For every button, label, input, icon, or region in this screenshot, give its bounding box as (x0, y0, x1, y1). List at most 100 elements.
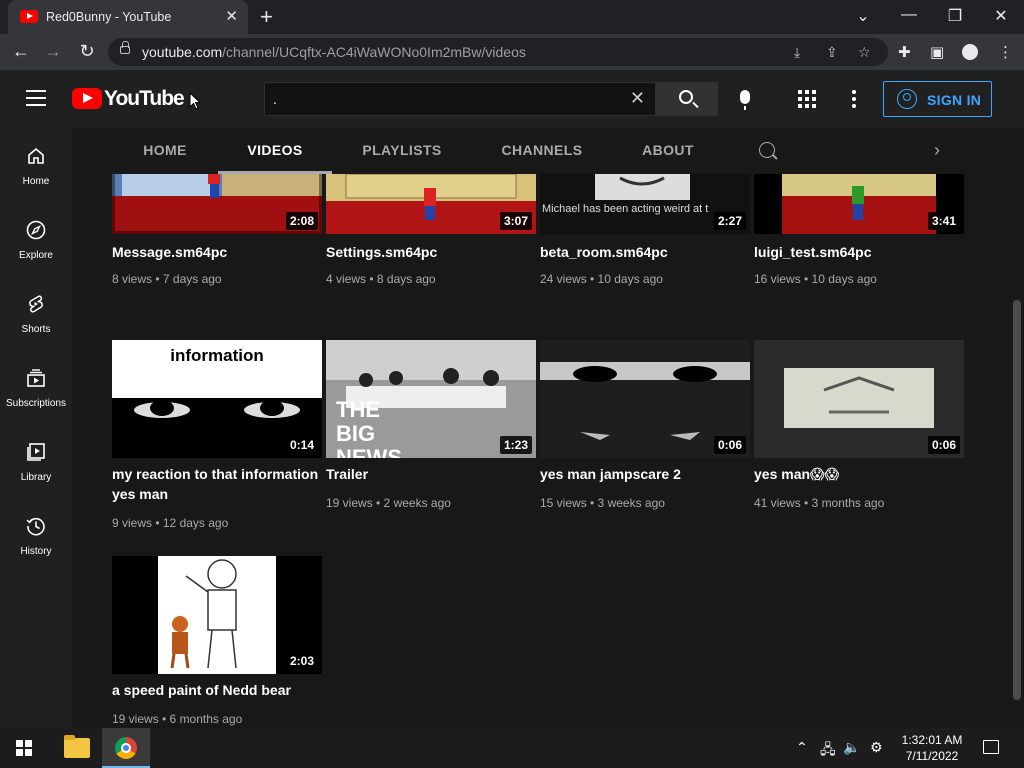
forward-button[interactable]: → (42, 41, 64, 62)
video-meta: 19 views • 6 months ago (112, 712, 243, 726)
restore-button[interactable]: ❐ (945, 6, 965, 26)
video-title[interactable]: yes man jampscare 2 (540, 464, 750, 484)
video-card[interactable]: 0:06 yes man jampscare 2 15 views • 3 we… (540, 340, 750, 540)
video-card[interactable]: 0:06 yes man😱😱 41 views • 3 months ago (754, 340, 964, 540)
video-thumbnail[interactable]: THE BIG NEWS 1:23 (326, 340, 536, 458)
clock-time: 1:32:01 AM (901, 733, 963, 747)
windows-start-icon[interactable] (16, 740, 32, 756)
video-meta: 8 views • 7 days ago (112, 272, 222, 286)
video-meta: 4 views • 8 days ago (326, 272, 436, 286)
settings-gear-icon[interactable]: ⚙ (870, 739, 883, 756)
new-tab-button[interactable]: + (260, 4, 273, 30)
extensions-puzzle-icon[interactable]: ✚ (898, 43, 911, 61)
search-input[interactable]: . ✕ (264, 82, 656, 116)
video-card[interactable]: information 0:14 my reaction to that inf… (112, 340, 322, 540)
sign-in-button[interactable]: SIGN IN (883, 81, 992, 117)
clear-search-icon[interactable]: ✕ (630, 88, 645, 109)
video-card[interactable]: THE BIG NEWS 1:23 Trailer 19 views • 2 w… (326, 340, 536, 540)
thumbnail-caption: Michael has been acting weird at t (542, 203, 709, 215)
account-avatar-icon (897, 89, 917, 109)
sidebar-item-label: Library (20, 472, 52, 483)
video-thumbnail[interactable]: 0:06 (754, 340, 964, 458)
guide-menu-icon[interactable] (26, 90, 46, 106)
reload-button[interactable]: ↻ (76, 41, 98, 62)
window-close-button[interactable]: ✕ (991, 6, 1011, 26)
youtube-apps-icon[interactable] (798, 90, 816, 108)
taskbar-clock[interactable]: 1:32:01 AM 7/11/2022 (890, 732, 974, 764)
side-panel-icon[interactable]: ▣ (930, 43, 944, 61)
sidebar-item-library[interactable]: Library (0, 424, 72, 494)
sidebar-item-shorts[interactable]: Shorts (0, 276, 72, 346)
network-icon[interactable]: 🖧 (820, 739, 836, 763)
sidebar-item-label: Explore (19, 250, 53, 261)
settings-kebab-icon[interactable] (852, 90, 856, 108)
volume-icon[interactable]: 🔈 (843, 739, 860, 756)
sidebar-item-home[interactable]: Home (0, 128, 72, 198)
url-text[interactable]: youtube.com/channel/UCqftx-AC4iWaWONo0Im… (142, 44, 526, 60)
address-bar[interactable]: youtube.com/channel/UCqftx-AC4iWaWONo0Im… (108, 38, 888, 66)
video-thumbnail[interactable]: Michael has been acting weird at t 2:27 (540, 174, 750, 234)
tab-search-dropdown-icon[interactable]: ⌄ (853, 6, 873, 26)
video-meta: 41 views • 3 months ago (754, 496, 885, 510)
search-button[interactable] (656, 82, 718, 116)
bookmark-star-icon[interactable]: ☆ (858, 44, 871, 61)
sidebar-item-history[interactable]: History (0, 498, 72, 568)
video-title[interactable]: beta_room.sm64pc (540, 242, 750, 262)
duration-badge: 2:27 (713, 212, 746, 230)
tab-channels[interactable]: CHANNELS (492, 128, 592, 174)
history-icon (26, 517, 45, 536)
video-card[interactable]: Michael has been acting weird at t 2:27 … (540, 174, 750, 316)
sidebar-item-explore[interactable]: Explore (0, 202, 72, 272)
page-scrollbar-thumb[interactable] (1013, 300, 1021, 700)
duration-badge: 2:03 (285, 652, 318, 670)
video-thumbnail[interactable]: information 0:14 (112, 340, 322, 458)
video-title[interactable]: Trailer (326, 464, 536, 484)
chevron-right-icon[interactable]: › (934, 140, 940, 161)
file-explorer-icon[interactable] (64, 735, 90, 758)
lock-icon[interactable] (120, 41, 130, 54)
tab-about[interactable]: ABOUT (632, 128, 704, 174)
duration-badge: 3:07 (499, 212, 532, 230)
video-title[interactable]: Message.sm64pc (112, 242, 322, 262)
tab-close-icon[interactable]: ✕ (225, 7, 238, 25)
video-meta: 24 views • 10 days ago (540, 272, 663, 286)
youtube-masthead: YouTube . ✕ SIGN IN (0, 70, 1024, 128)
video-thumbnail[interactable]: 2:08 (112, 174, 322, 234)
sidebar-item-subscriptions[interactable]: Subscriptions (0, 350, 72, 420)
tab-home[interactable]: HOME (120, 128, 210, 174)
browser-tab-strip: Red0Bunny - YouTube ✕ + ⌄ — ❐ ✕ (0, 0, 1024, 34)
share-icon[interactable]: ⇪ (826, 44, 838, 61)
youtube-logo-text[interactable]: YouTube (104, 87, 185, 111)
back-button[interactable]: ← (10, 41, 32, 62)
video-card[interactable]: 3:07 Settings.sm64pc 4 views • 8 days ag… (326, 174, 536, 316)
browser-tab[interactable]: Red0Bunny - YouTube ✕ (8, 0, 248, 34)
video-meta: 19 views • 2 weeks ago (326, 496, 451, 510)
chrome-menu-icon[interactable]: ⋮ (998, 43, 1013, 61)
video-title[interactable]: my reaction to that information yes man (112, 464, 322, 504)
duration-badge: 2:08 (285, 212, 318, 230)
video-thumbnail[interactable]: 0:06 (540, 340, 750, 458)
voice-search-mic-icon[interactable] (740, 90, 750, 110)
video-card[interactable]: 3:41 luigi_test.sm64pc 16 views • 10 day… (754, 174, 964, 316)
video-card[interactable]: 2:03 a speed paint of Nedd bear 19 views… (112, 556, 322, 726)
tray-overflow-chevron-icon[interactable]: ⌃ (796, 739, 808, 756)
install-app-icon[interactable]: ⤓ (794, 44, 800, 61)
channel-search-icon[interactable] (759, 142, 775, 158)
video-thumbnail[interactable]: 3:07 (326, 174, 536, 234)
video-thumbnail[interactable]: 3:41 (754, 174, 964, 234)
youtube-logo-icon[interactable] (72, 88, 102, 109)
sidebar-item-label: Shorts (21, 324, 51, 335)
video-card[interactable]: 2:08 Message.sm64pc 8 views • 7 days ago (112, 174, 322, 316)
chrome-taskbar-button[interactable] (102, 728, 150, 768)
video-thumbnail[interactable]: 2:03 (112, 556, 322, 674)
minimize-button[interactable]: — (899, 6, 919, 24)
profile-icon[interactable] (962, 44, 978, 60)
tab-title: Red0Bunny - YouTube (46, 10, 172, 24)
video-title[interactable]: a speed paint of Nedd bear (112, 680, 322, 700)
video-title[interactable]: Settings.sm64pc (326, 242, 536, 262)
notification-center-icon[interactable] (983, 740, 999, 754)
tab-videos[interactable]: VIDEOS (218, 128, 332, 174)
video-title[interactable]: luigi_test.sm64pc (754, 242, 964, 262)
tab-playlists[interactable]: PLAYLISTS (350, 128, 454, 174)
video-title[interactable]: yes man😱😱 (754, 464, 964, 484)
